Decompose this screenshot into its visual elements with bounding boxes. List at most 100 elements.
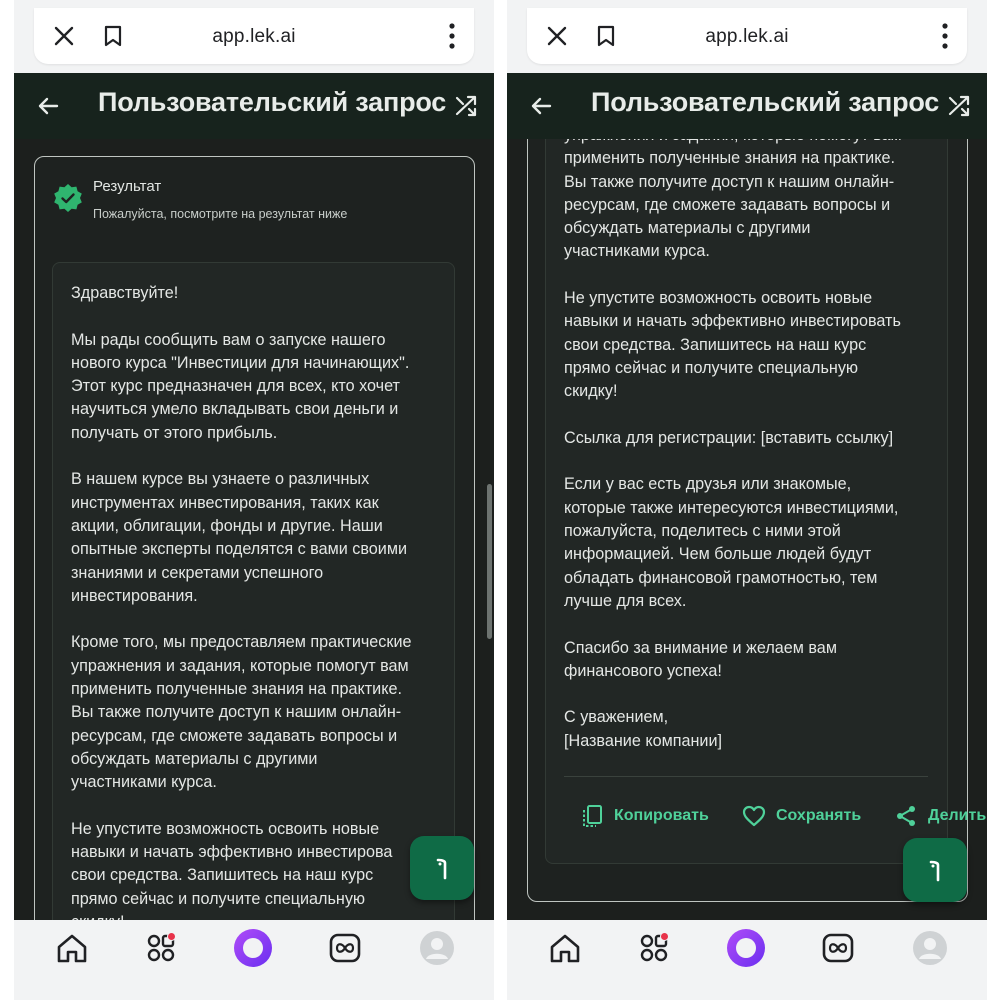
more-vert-icon[interactable] (941, 22, 949, 50)
avatar-icon[interactable] (417, 928, 457, 968)
back-arrow-icon[interactable] (529, 94, 553, 118)
notification-dot (660, 932, 669, 941)
message-line: нового курса "Инвестиции для начинающих"… (71, 353, 410, 372)
message-line: пожалуйста, поделитесь с ними этой (564, 522, 841, 541)
message-line: ресурсам, где сможете задавать вопросы и (71, 726, 398, 745)
message-line: Спасибо за внимание и желаем вам (564, 638, 837, 657)
share-icon (897, 806, 915, 826)
message-line: навыки и начать эффективно инвестирова (71, 843, 393, 862)
infinity-icon[interactable] (818, 928, 858, 968)
browser-url-bar: app.lek.ai (34, 8, 474, 64)
message-line: ресурсам, где сможете задавать вопросы и (564, 195, 891, 214)
message-line: инвестирования. (71, 586, 198, 605)
message-line: обсуждать материалы с другими (564, 219, 811, 238)
message-line: Не упустите возможность освоить новые (564, 289, 873, 308)
bottom-navigation (14, 920, 494, 1000)
copy-icon (583, 805, 602, 827)
heart-icon (742, 805, 766, 827)
content-area: Результат Пожалуйста, посмотрите на резу… (14, 139, 494, 920)
copy-label: Копировать (614, 807, 709, 824)
message-line: свои средства. Запишитесь на наш курс (71, 866, 374, 885)
avatar-icon[interactable] (910, 928, 950, 968)
message-line: инструментах инвестирования, таких как (71, 493, 379, 512)
phone-screen-left: app.lek.ai Пользовательский запрос Резул… (14, 0, 494, 1000)
url-text[interactable]: app.lek.ai (527, 26, 967, 48)
message-line: Не упустите возможность освоить новые (71, 819, 380, 838)
apps-nav-button[interactable] (634, 928, 674, 968)
app-header: Пользовательский запрос (14, 73, 494, 139)
message-line: лучше для всех. (564, 591, 687, 610)
message-line: которые также интересуются инвестициями, (564, 498, 899, 517)
message-line: прямо сейчас и получите специальную (564, 358, 859, 377)
message-line: получать от этого прибыль. (71, 423, 278, 442)
alice-icon[interactable] (726, 928, 766, 968)
more-vert-icon[interactable] (448, 22, 456, 50)
app-header: Пользовательский запрос (507, 73, 987, 139)
check-badge-icon (54, 184, 82, 212)
browser-url-bar: app.lek.ai (527, 8, 967, 64)
message-line: упражнения и задания, которые помогут ва… (564, 139, 924, 147)
message-line: [Название компании] (564, 731, 723, 750)
message-line: Ссылка для регистрации: [вставить ссылку… (564, 428, 894, 447)
result-title: Результат (93, 178, 162, 195)
message-line: В нашем курсе вы узнаете о различных (71, 470, 370, 489)
bottom-navigation (507, 920, 987, 1000)
alice-icon[interactable] (233, 928, 273, 968)
message-line: применить полученные знания на практике. (71, 680, 402, 699)
assistant-fab[interactable] (410, 836, 474, 900)
apps-nav-button[interactable] (141, 928, 181, 968)
message-line: научиться умело вкладывать свои деньги и (71, 400, 399, 419)
infinity-icon[interactable] (325, 928, 365, 968)
message-line: опытные эксперты поделятся с вами своими (71, 540, 408, 559)
page-title: Пользовательский запрос (98, 87, 447, 117)
message-line: финансового успеха! (564, 661, 722, 680)
message-line: применить полученные знания на практике. (564, 149, 895, 168)
page-title: Пользовательский запрос (591, 87, 940, 117)
message-text: упражнения и задания, которые помогут ва… (564, 139, 924, 753)
notification-dot (167, 932, 176, 941)
message-text: Здравствуйте! Мы рады сообщить вам о запу… (71, 282, 431, 920)
message-line: знаниями и секретами успешного (71, 563, 324, 582)
message-line: Если у вас есть друзья или знакомые, (564, 475, 852, 494)
share-label: Делить (928, 807, 987, 824)
save-label: Сохранять (776, 807, 862, 824)
message-line: акции, облигации, фонды и другие. Наши (71, 516, 383, 535)
message-line: Вы также получите доступ к нашим онлайн- (71, 703, 402, 722)
home-icon[interactable] (52, 928, 92, 968)
message-line: Здравствуйте! (71, 284, 179, 302)
assistant-icon (929, 860, 940, 882)
back-arrow-icon[interactable] (36, 94, 60, 118)
message-line: С уважением, (564, 708, 669, 727)
shuffle-icon[interactable] (947, 94, 971, 118)
home-icon[interactable] (545, 928, 585, 968)
content-area: упражнения и задания, которые помогут ва… (507, 139, 987, 920)
actions-divider (564, 776, 928, 777)
message-line: Мы рады сообщить вам о запуске нашего (71, 330, 386, 349)
phone-screen-right: app.lek.ai Пользовательский запрос упраж… (507, 0, 987, 1000)
shuffle-icon[interactable] (454, 94, 478, 118)
message-line: скидку! (564, 382, 618, 401)
assistant-icon (436, 858, 447, 880)
message-line: скидку! (71, 911, 431, 920)
result-header: Результат Пожалуйста, посмотрите на резу… (35, 157, 474, 247)
message-line: Вы также получите доступ к нашим онлайн- (564, 172, 895, 191)
assistant-fab[interactable] (903, 838, 967, 902)
message-line: участниками курса. (71, 773, 217, 792)
scrollbar-thumb[interactable] (487, 484, 492, 639)
message-line: обладать финансовой грамотностью, тем (564, 568, 878, 587)
message-line: Кроме того, мы предоставляем практически… (71, 633, 412, 652)
message-line: свои средства. Запишитесь на наш курс (564, 335, 867, 354)
message-line: прямо сейчас и получите специальную (71, 889, 366, 908)
message-line: информацией. Чем больше людей будут (564, 545, 872, 564)
message-line: участниками курса. (564, 242, 710, 261)
message-line: упражнения и задания, которые помогут ва… (71, 656, 409, 675)
url-text[interactable]: app.lek.ai (34, 26, 474, 48)
